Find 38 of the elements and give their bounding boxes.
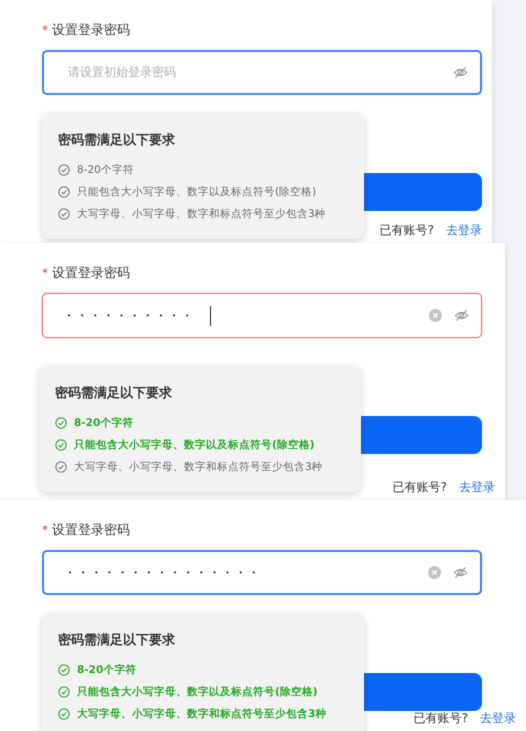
check-circle-icon <box>58 686 70 698</box>
check-circle-icon <box>58 708 70 720</box>
field-label: 设置登录密码 <box>52 22 130 39</box>
check-circle-icon <box>55 439 67 451</box>
check-circle-icon <box>58 186 70 198</box>
requirement-text: 大写字母、小写字母、数字和标点符号至少包含3种 <box>77 707 326 721</box>
requirement-text: 只能包含大小写字母、数字以及标点符号(除空格) <box>74 438 315 452</box>
required-mark: * <box>42 266 48 280</box>
check-circle-icon <box>55 417 67 429</box>
field-label: 设置登录密码 <box>52 522 130 539</box>
required-mark: * <box>42 23 48 37</box>
clear-icon[interactable] <box>429 309 442 322</box>
requirement-text: 大写字母、小写字母、数字和标点符号至少包含3种 <box>74 460 323 474</box>
login-link[interactable]: 去登录 <box>459 479 495 496</box>
account-prompt: 已有账号? <box>392 479 447 496</box>
eye-hidden-icon[interactable] <box>453 65 468 80</box>
clear-icon[interactable] <box>428 566 441 579</box>
eye-hidden-icon[interactable] <box>453 565 468 580</box>
requirement-text: 只能包含大小写字母、数字以及标点符号(除空格) <box>77 185 316 199</box>
requirement-text: 8-20个字符 <box>77 663 136 677</box>
eye-hidden-icon[interactable] <box>454 308 469 323</box>
requirement-text: 大写字母、小写字母、数字和标点符号至少包含3种 <box>77 207 326 221</box>
login-link[interactable]: 去登录 <box>480 710 516 727</box>
popover-title: 密码需满足以下要求 <box>58 632 176 649</box>
requirement-text: 只能包含大小写字母、数字以及标点符号(除空格) <box>77 685 318 699</box>
requirement-text: 8-20个字符 <box>74 416 134 430</box>
field-label: 设置登录密码 <box>52 265 130 282</box>
required-mark: * <box>42 523 48 537</box>
login-link[interactable]: 去登录 <box>446 222 482 239</box>
check-circle-icon <box>58 164 70 176</box>
check-circle-icon <box>58 208 70 220</box>
account-prompt: 已有账号? <box>414 710 468 727</box>
popover-title: 密码需满足以下要求 <box>55 384 173 402</box>
account-prompt: 已有账号? <box>380 222 434 239</box>
check-circle-icon <box>58 664 70 676</box>
check-circle-icon <box>55 461 67 473</box>
popover-title: 密码需满足以下要求 <box>58 132 176 149</box>
requirement-text: 8-20个字符 <box>77 163 134 177</box>
